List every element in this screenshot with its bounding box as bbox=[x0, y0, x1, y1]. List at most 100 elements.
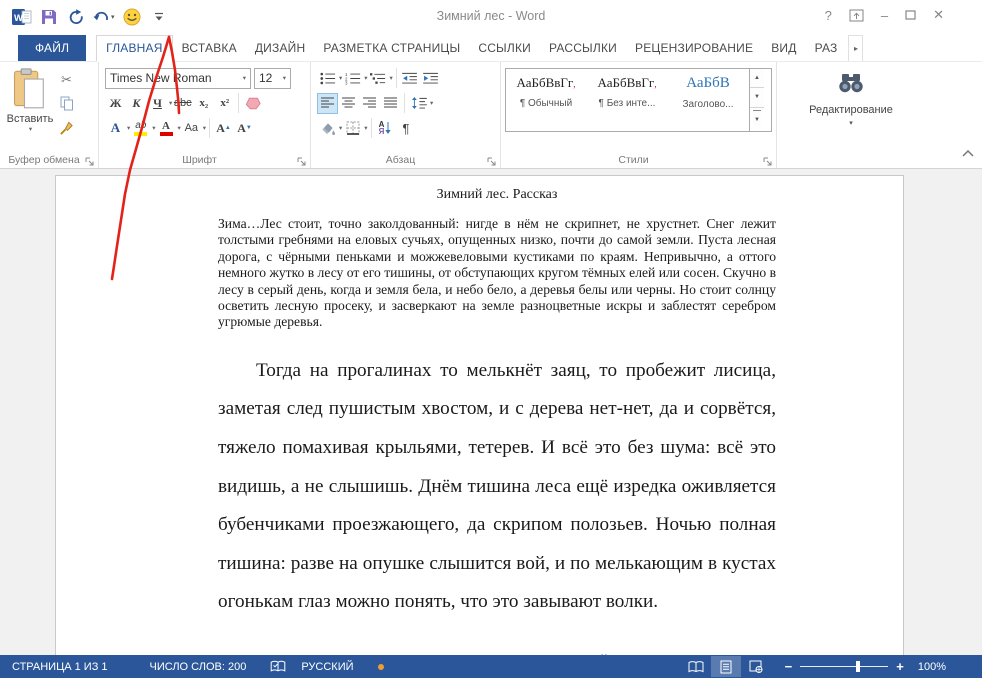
borders-caret-icon[interactable]: ▾ bbox=[364, 124, 367, 132]
sort-button[interactable]: А Я bbox=[375, 118, 396, 139]
zoom-level[interactable]: 100% bbox=[918, 661, 946, 673]
shrink-font-button[interactable]: А▼ bbox=[234, 118, 255, 139]
align-left-button[interactable] bbox=[317, 93, 338, 114]
web-layout-button[interactable] bbox=[741, 656, 771, 677]
bullets-button[interactable] bbox=[317, 68, 338, 89]
tab-mailings[interactable]: РАССЫЛКИ bbox=[540, 35, 626, 61]
sort-arrow-icon bbox=[385, 122, 391, 134]
subscript-button[interactable]: x₂ bbox=[193, 93, 214, 114]
tab-home[interactable]: ГЛАВНАЯ bbox=[96, 35, 172, 62]
align-center-button[interactable] bbox=[338, 93, 359, 114]
divider bbox=[404, 93, 405, 113]
multilevel-list-button[interactable] bbox=[368, 68, 389, 89]
word-logo-icon[interactable]: W bbox=[12, 5, 32, 29]
text-effects-button[interactable]: А bbox=[105, 118, 126, 139]
editing-dropdown-button[interactable] bbox=[838, 73, 864, 98]
highlight-color-button[interactable]: ab bbox=[130, 118, 151, 139]
word-count[interactable]: ЧИСЛО СЛОВ: 200 bbox=[150, 661, 247, 673]
style-normal[interactable]: АаБбВвГг, ¶ Обычный bbox=[506, 69, 587, 131]
font-dialog-launcher[interactable] bbox=[297, 154, 307, 164]
styles-dialog-launcher[interactable] bbox=[763, 154, 773, 164]
font-size-combobox[interactable]: 12 ▾ bbox=[254, 68, 291, 89]
font-color-button[interactable]: А bbox=[156, 118, 177, 139]
gallery-scroll-down-button[interactable]: ▼ bbox=[750, 88, 764, 107]
superscript-button[interactable]: x² bbox=[214, 93, 235, 114]
ribbon-tab-row: ФАЙЛ ГЛАВНАЯ ВСТАВКА ДИЗАЙН РАЗМЕТКА СТР… bbox=[0, 35, 982, 62]
save-button[interactable] bbox=[39, 5, 59, 29]
strikethrough-button[interactable]: abc bbox=[172, 93, 193, 114]
borders-button[interactable] bbox=[342, 118, 363, 139]
align-right-button[interactable] bbox=[359, 93, 380, 114]
numbering-button[interactable]: 123 bbox=[342, 68, 363, 89]
gallery-more-button[interactable]: ▼ bbox=[753, 110, 761, 129]
group-paragraph: ▾ 123 ▾ ▾ bbox=[311, 62, 501, 168]
clear-formatting-button[interactable] bbox=[242, 93, 263, 114]
format-painter-icon bbox=[59, 120, 74, 135]
tab-file[interactable]: ФАЙЛ bbox=[18, 35, 86, 61]
tab-page-layout[interactable]: РАЗМЕТКА СТРАНИЦЫ bbox=[314, 35, 469, 61]
undo-caret-icon[interactable]: ▾ bbox=[111, 13, 115, 21]
ribbon-display-options-button[interactable] bbox=[849, 9, 864, 22]
collapse-ribbon-icon bbox=[962, 150, 974, 157]
line-spacing-button[interactable] bbox=[408, 93, 429, 114]
change-case-caret-icon[interactable]: ▾ bbox=[203, 124, 206, 132]
language-indicator[interactable]: РУССКИЙ bbox=[301, 661, 353, 673]
font-name-combobox[interactable]: Times New Roman ▾ bbox=[105, 68, 251, 89]
clipboard-dialog-launcher[interactable] bbox=[85, 154, 95, 164]
italic-button[interactable]: К bbox=[126, 93, 147, 114]
gallery-scroll-up-button[interactable]: ▲ bbox=[750, 69, 764, 88]
help-button[interactable]: ? bbox=[825, 8, 832, 23]
tab-insert[interactable]: ВСТАВКА bbox=[173, 35, 246, 61]
shading-button[interactable] bbox=[317, 118, 338, 139]
paste-button[interactable]: Вставить ▾ bbox=[4, 67, 56, 151]
underline-button[interactable]: Ч bbox=[147, 93, 168, 114]
shading-bucket-icon bbox=[319, 121, 336, 135]
align-center-icon bbox=[342, 97, 356, 109]
increase-indent-button[interactable] bbox=[421, 68, 442, 89]
customize-qat-icon bbox=[154, 12, 164, 22]
undo-icon bbox=[93, 10, 110, 24]
style-heading1[interactable]: АаБбВ Заголово... bbox=[668, 69, 749, 131]
line-spacing-caret-icon[interactable]: ▾ bbox=[430, 99, 433, 107]
bold-button[interactable]: Ж bbox=[105, 93, 126, 114]
justify-button[interactable] bbox=[380, 93, 401, 114]
find-binoculars-icon bbox=[838, 73, 864, 93]
close-button[interactable]: ✕ bbox=[933, 7, 944, 23]
editing-label: Редактирование bbox=[809, 104, 893, 116]
maximize-button[interactable] bbox=[905, 10, 916, 20]
undo-button[interactable]: ▾ bbox=[93, 5, 115, 29]
redo-button[interactable] bbox=[66, 5, 86, 29]
grow-font-button[interactable]: А▲ bbox=[213, 118, 234, 139]
zoom-out-button[interactable]: − bbox=[785, 659, 793, 674]
zoom-slider-thumb[interactable] bbox=[856, 661, 860, 672]
paragraph-dialog-launcher[interactable] bbox=[487, 154, 497, 164]
minimize-button[interactable]: – bbox=[881, 8, 888, 23]
change-case-button[interactable]: Aa bbox=[181, 118, 202, 139]
multilevel-caret-icon[interactable]: ▾ bbox=[390, 74, 393, 82]
zoom-slider[interactable] bbox=[800, 666, 888, 667]
tab-scroll-right-button[interactable]: ▸ bbox=[848, 35, 863, 61]
proofing-status-button[interactable] bbox=[270, 660, 286, 673]
document-page[interactable]: Зимний лес. Рассказ Зима…Лес стоит, точн… bbox=[55, 175, 904, 655]
read-mode-button[interactable] bbox=[681, 656, 711, 677]
tab-developer-truncated[interactable]: РАЗ bbox=[806, 35, 847, 61]
cut-button[interactable]: ✂ bbox=[56, 69, 77, 90]
format-painter-button[interactable] bbox=[56, 117, 77, 138]
smiley-button[interactable] bbox=[122, 5, 142, 29]
style-mark: , bbox=[654, 79, 656, 89]
font-name-caret-icon: ▾ bbox=[243, 74, 246, 82]
style-no-spacing[interactable]: АаБбВвГг, ¶ Без инте... bbox=[587, 69, 668, 131]
show-marks-button[interactable]: ¶ bbox=[396, 118, 417, 139]
page-indicator[interactable]: СТРАНИЦА 1 ИЗ 1 bbox=[12, 661, 108, 673]
divider bbox=[371, 118, 372, 138]
zoom-in-button[interactable]: + bbox=[896, 659, 904, 674]
tab-review[interactable]: РЕЦЕНЗИРОВАНИЕ bbox=[626, 35, 762, 61]
tab-view[interactable]: ВИД bbox=[762, 35, 805, 61]
collapse-ribbon-button[interactable] bbox=[962, 144, 974, 162]
tab-references[interactable]: ССЫЛКИ bbox=[469, 35, 540, 61]
tab-design[interactable]: ДИЗАЙН bbox=[246, 35, 315, 61]
customize-qat-button[interactable] bbox=[149, 5, 169, 29]
copy-button[interactable] bbox=[56, 93, 77, 114]
decrease-indent-button[interactable] bbox=[400, 68, 421, 89]
print-layout-button[interactable] bbox=[711, 656, 741, 677]
